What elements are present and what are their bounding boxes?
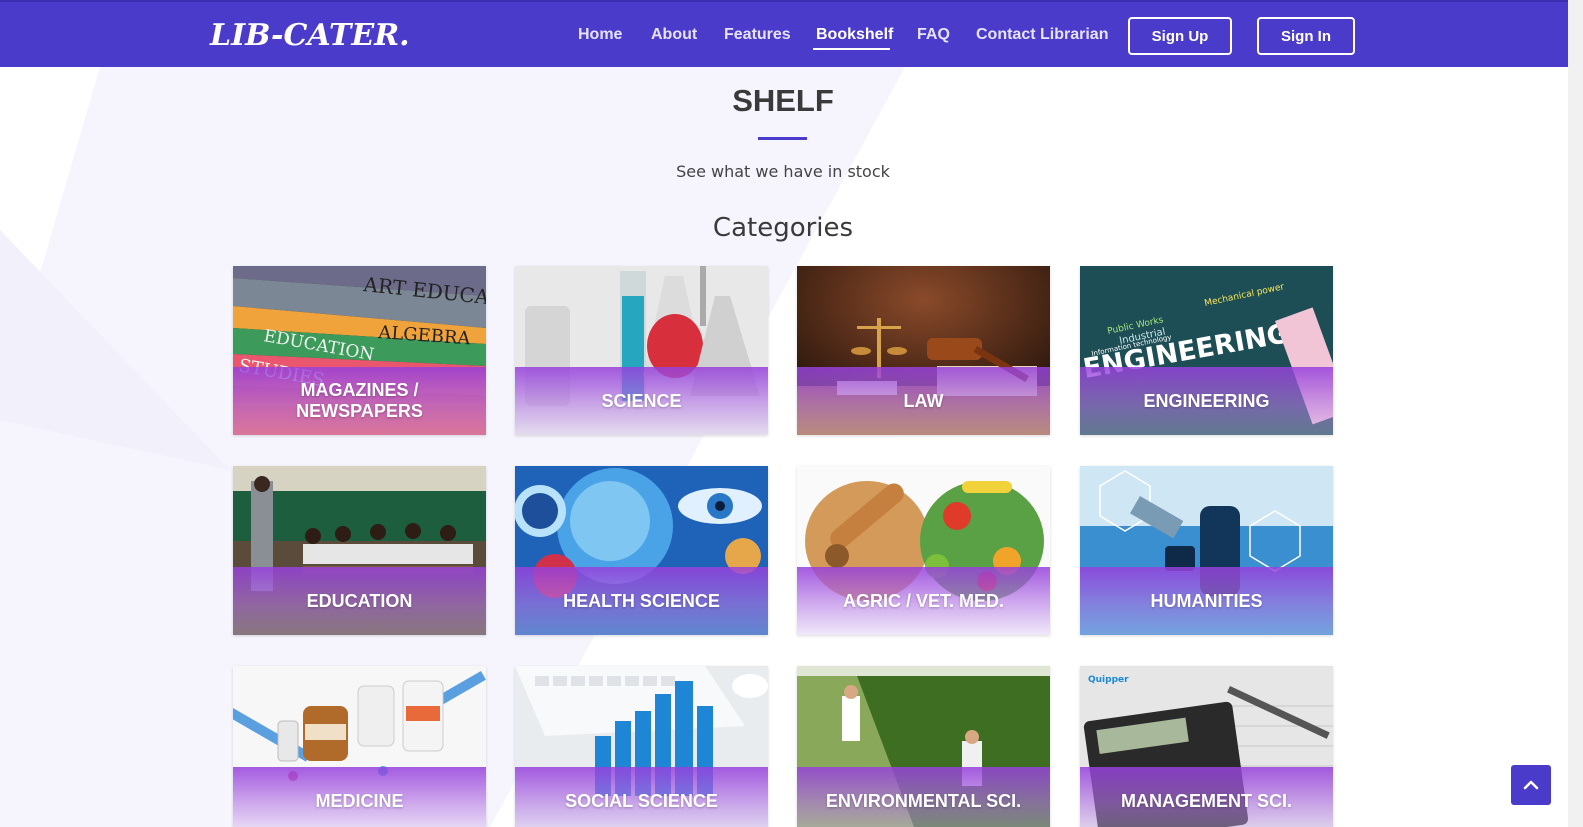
category-card-social-science[interactable]: SOCIAL SCIENCE: [515, 666, 768, 827]
category-label: LAW: [903, 390, 944, 411]
category-label: MEDICINE: [315, 790, 404, 811]
category-card-environmental[interactable]: ENVIRONMENTAL SCI.: [797, 666, 1050, 827]
category-card-humanities[interactable]: HUMANITIES: [1080, 466, 1333, 635]
category-card-health-science[interactable]: HEALTH SCIENCE: [515, 466, 768, 635]
nav-link-home[interactable]: Home: [578, 26, 622, 44]
category-card-agric[interactable]: AGRIC / VET. MED.: [797, 466, 1050, 635]
svg-text:Quipper: Quipper: [1088, 675, 1129, 685]
nav-link-about[interactable]: About: [651, 26, 697, 44]
page-subtitle: See what we have in stock: [676, 162, 890, 181]
vertical-scrollbar[interactable]: [1568, 0, 1583, 827]
category-label: HUMANITIES: [1150, 590, 1263, 611]
nav-active-indicator: [813, 48, 890, 50]
sign-up-button[interactable]: Sign Up: [1128, 17, 1232, 55]
sign-in-button[interactable]: Sign In: [1257, 17, 1355, 55]
categories-heading: Categories: [712, 213, 854, 243]
category-card-law[interactable]: LAW: [797, 266, 1050, 435]
nav-link-contact-librarian[interactable]: Contact Librarian: [976, 26, 1108, 44]
scroll-to-top-button[interactable]: [1511, 765, 1551, 805]
category-card-management[interactable]: Quipper MANAGEMENT SCI.: [1080, 666, 1333, 827]
category-label: SCIENCE: [601, 390, 682, 411]
category-label: EDUCATION: [306, 590, 413, 611]
category-label: ENGINEERING: [1143, 390, 1270, 411]
site-logo[interactable]: LIB-CATER.: [210, 18, 410, 53]
category-label: MANAGEMENT SCI.: [1121, 790, 1292, 811]
category-label: HEALTH SCIENCE: [563, 590, 720, 611]
category-label: ENVIRONMENTAL SCI.: [825, 790, 1022, 811]
category-card-science[interactable]: SCIENCE: [515, 266, 768, 435]
category-card-medicine[interactable]: MEDICINE: [233, 666, 486, 827]
category-label: SOCIAL SCIENCE: [565, 790, 718, 811]
category-card-education[interactable]: EDUCATION: [233, 466, 486, 635]
nav-link-features[interactable]: Features: [724, 26, 791, 44]
top-navbar: LIB-CATER. Home About Features Bookshelf…: [0, 0, 1568, 67]
nav-link-bookshelf[interactable]: Bookshelf: [816, 26, 893, 44]
category-label: AGRIC / VET. MED.: [842, 590, 1004, 611]
category-card-magazines[interactable]: ART EDUCATI ALGEBRA EDUCATION STUDIES MA…: [233, 266, 486, 435]
title-divider: [758, 137, 807, 140]
page-title: SHELF: [732, 83, 834, 118]
category-label: MAGAZINES / NEWSPAPERS: [296, 380, 423, 421]
nav-link-faq[interactable]: FAQ: [917, 26, 950, 44]
chevron-up-icon: [1523, 780, 1539, 790]
category-card-engineering[interactable]: Mechanical power Public Works Industrial…: [1080, 266, 1333, 435]
